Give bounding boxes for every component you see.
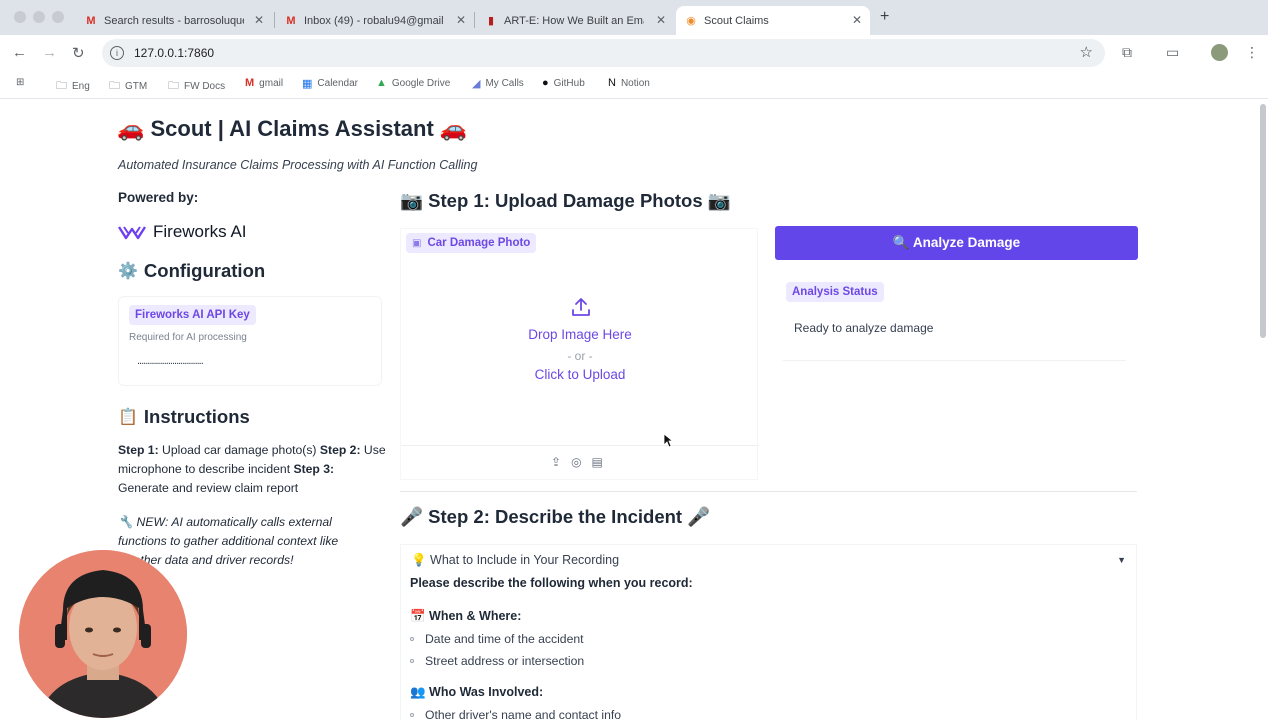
calendar-icon: ▦: [302, 78, 313, 90]
bookmark-google-drive[interactable]: ▲ Google Drive: [376, 77, 450, 89]
bookmark-github[interactable]: ● GitHub: [542, 77, 585, 89]
api-key-input[interactable]: ................................: [137, 355, 204, 367]
scout-favicon-icon: ◉: [686, 15, 696, 27]
bookmark-notion[interactable]: N Notion: [608, 77, 650, 89]
profile-avatar[interactable]: [1211, 44, 1228, 61]
analysis-status-panel: Analysis Status Ready to analyze damage: [783, 281, 1126, 361]
upload-icon[interactable]: ⇪: [551, 455, 561, 469]
gmail-icon: M: [286, 14, 296, 27]
api-key-label: Fireworks AI API Key: [129, 305, 256, 325]
site-info-icon[interactable]: i: [110, 46, 124, 60]
drive-icon: ▲: [376, 77, 387, 89]
recording-intro: Please describe the following when you r…: [410, 576, 693, 590]
bookmark-eng[interactable]: 🗀 Eng: [56, 77, 90, 96]
browser-toolbar: ← → ↻ i 127.0.0.1:7860 ☆ ⧉ ▭ ⋮: [0, 35, 1268, 71]
analysis-status-text: Ready to analyze damage: [794, 321, 934, 335]
clipboard-paste-icon[interactable]: ▤: [592, 455, 603, 469]
drop-image-text: Drop Image Here: [528, 327, 632, 342]
list-item: Street address or intersection: [410, 654, 584, 668]
or-text: - or -: [567, 349, 593, 363]
browser-tab-art-e[interactable]: ▮ ART-E: How We Built an Emai ✕: [476, 6, 674, 35]
url-text: 127.0.0.1:7860: [134, 46, 215, 60]
image-icon: ▣: [412, 237, 422, 249]
api-key-hint: Required for AI processing: [129, 332, 247, 343]
apps-grid-icon[interactable]: ⊞: [16, 77, 24, 88]
clipboard-icon: 📋: [118, 409, 138, 426]
page-scrollbar[interactable]: [1260, 104, 1266, 338]
browser-tab-bar: M Search results - barrosoluque ✕ M Inbo…: [0, 0, 1268, 35]
tab-close-icon[interactable]: ✕: [656, 13, 666, 27]
gear-icon: ⚙️: [118, 263, 138, 280]
tab-close-icon[interactable]: ✕: [456, 13, 466, 27]
function-calling-note: 🔧 NEW: AI automatically calls external f…: [118, 515, 339, 567]
bookmark-star-icon[interactable]: ☆: [1080, 43, 1093, 61]
webcam-overlay: [19, 550, 187, 718]
window-minimize-control[interactable]: [33, 11, 45, 23]
bookmarks-bar: ⊞ 🗀 Eng 🗀 GTM 🗀 FW Docs Mgmail ▦ Calendar ▲ G…: [0, 71, 1268, 99]
analyze-damage-button[interactable]: 🔍 Analyze Damage: [775, 226, 1138, 260]
document-icon: ▮: [487, 15, 495, 27]
caret-down-icon[interactable]: ▼: [1117, 555, 1126, 565]
tab-search-icon[interactable]: ▭: [1166, 44, 1179, 61]
reload-icon[interactable]: ↻: [72, 44, 85, 62]
folder-icon: 🗀: [109, 80, 120, 92]
bookmark-calendar[interactable]: ▦ Calendar: [302, 77, 358, 90]
webcam-icon[interactable]: ◎: [571, 455, 581, 469]
folder-icon: 🗀: [56, 80, 67, 92]
gmail-icon: M: [245, 77, 255, 89]
window-zoom-control[interactable]: [52, 11, 64, 23]
fireworks-logo-icon: [118, 226, 146, 240]
mouse-cursor-icon: [663, 433, 673, 448]
click-to-upload-link[interactable]: Click to Upload: [401, 367, 759, 382]
powered-by-label: Powered by:: [118, 190, 199, 205]
when-where-heading: 📅 When & Where:: [410, 609, 522, 623]
step2-heading: 🎤 Step 2: Describe the Incident 🎤: [400, 506, 711, 527]
accordion-title[interactable]: 💡 What to Include in Your Recording: [411, 553, 619, 568]
upload-arrow-icon: [572, 298, 590, 316]
tab-close-icon[interactable]: ✕: [254, 13, 264, 27]
bookmark-gtm[interactable]: 🗀 GTM: [109, 77, 147, 96]
fireworks-logo: Fireworks AI: [118, 222, 247, 242]
bookmark-fw-docs[interactable]: 🗀 FW Docs: [168, 77, 225, 96]
analysis-status-label: Analysis Status: [786, 282, 884, 302]
bookmark-gmail[interactable]: Mgmail: [245, 77, 283, 89]
app-page: 🚗 Scout | AI Claims Assistant 🚗 Automate…: [0, 100, 1268, 720]
forward-arrow-icon[interactable]: →: [42, 44, 57, 61]
gmail-icon: M: [86, 14, 96, 27]
list-item: Other driver's name and contact info: [410, 708, 621, 720]
upload-source-tools: ⇪ ◎ ▤: [551, 455, 603, 469]
api-key-card: Fireworks AI API Key Required for AI pro…: [118, 296, 382, 386]
folder-icon: 🗀: [168, 80, 179, 92]
app-title: 🚗 Scout | AI Claims Assistant 🚗: [117, 116, 468, 141]
github-icon: ●: [542, 77, 549, 89]
address-bar[interactable]: i 127.0.0.1:7860 ☆: [102, 39, 1105, 67]
recording-tips-accordion[interactable]: 💡 What to Include in Your Recording ▼ Pl…: [400, 544, 1137, 720]
who-involved-heading: 👥 Who Was Involved:: [410, 685, 544, 699]
bookmark-my-calls[interactable]: ◢ My Calls: [472, 77, 524, 90]
browser-tab-scout-claims[interactable]: ◉ Scout Claims ✕: [676, 6, 870, 35]
instructions-heading: 📋 Instructions: [118, 406, 250, 427]
notion-icon: N: [608, 77, 616, 89]
configuration-heading: ⚙️ Configuration: [118, 260, 266, 281]
step1-heading: 📷 Step 1: Upload Damage Photos 📷: [400, 190, 731, 211]
window-close-control[interactable]: [14, 11, 26, 23]
extensions-icon[interactable]: ⧉: [1122, 44, 1132, 61]
tab-close-icon[interactable]: ✕: [852, 13, 862, 27]
instructions-text: Step 1: Upload car damage photo(s) Step …: [118, 443, 386, 495]
list-item: Date and time of the accident: [410, 632, 584, 646]
image-upload-dropzone[interactable]: ▣ Car Damage Photo Drop Image Here - or …: [400, 228, 759, 480]
browser-tab-search[interactable]: M Search results - barrosoluque ✕: [76, 6, 272, 35]
upload-label: ▣ Car Damage Photo: [406, 233, 537, 253]
more-menu-icon[interactable]: ⋮: [1245, 44, 1259, 61]
presenter-image: [19, 550, 187, 718]
back-arrow-icon[interactable]: ←: [12, 44, 27, 61]
browser-tab-inbox[interactable]: M Inbox (49) - robalu94@gmail ✕: [276, 6, 474, 35]
app-subtitle: Automated Insurance Claims Processing wi…: [118, 158, 478, 172]
new-tab-icon[interactable]: +: [880, 8, 889, 26]
section-divider: [400, 491, 1137, 492]
calls-icon: ◢: [472, 78, 481, 90]
